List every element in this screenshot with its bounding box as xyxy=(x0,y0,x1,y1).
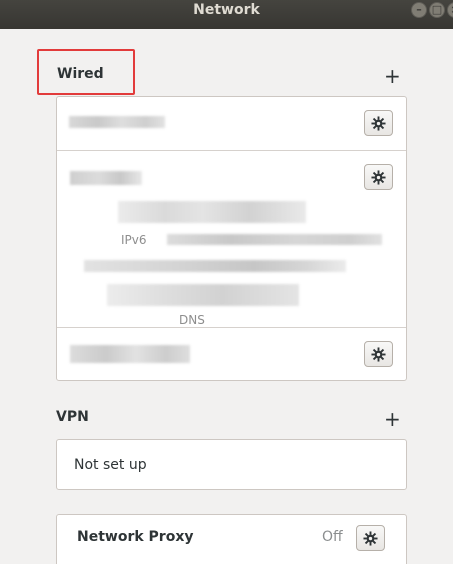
row-separator xyxy=(57,150,406,151)
ipv6-label: IPv6 xyxy=(121,233,147,247)
wired-panel: IPv6 DNS xyxy=(56,96,407,381)
network-proxy-status: Off xyxy=(322,529,343,545)
gear-icon xyxy=(371,115,386,131)
ipv6-value-redacted xyxy=(167,234,382,245)
wired-settings-button-3[interactable] xyxy=(364,341,393,367)
wired-connection-name-redacted xyxy=(69,116,165,128)
maximize-icon[interactable]: □ xyxy=(429,2,445,18)
network-proxy-label: Network Proxy xyxy=(77,529,194,545)
vpn-empty-text: Not set up xyxy=(74,457,147,473)
wired-connection-2-name-redacted xyxy=(70,171,142,185)
wired-connection-3-name-redacted xyxy=(70,345,190,363)
window-titlebar: Network – □ × xyxy=(0,0,453,29)
row-separator xyxy=(57,327,406,328)
wired-settings-button-2[interactable] xyxy=(364,164,393,190)
wired-settings-button-1[interactable] xyxy=(364,110,393,136)
window-title: Network xyxy=(193,2,260,18)
detail-value-redacted-2 xyxy=(84,260,346,272)
vpn-add-button[interactable]: + xyxy=(384,409,401,429)
close-icon[interactable]: × xyxy=(447,2,453,18)
minimize-icon[interactable]: – xyxy=(411,2,427,18)
vpn-section-title: VPN xyxy=(56,409,89,425)
dns-label: DNS xyxy=(179,313,205,327)
wired-section-title: Wired xyxy=(57,66,104,82)
detail-value-redacted xyxy=(118,201,306,223)
network-proxy-settings-button[interactable] xyxy=(356,525,385,551)
wired-add-button[interactable]: + xyxy=(384,66,401,86)
gear-icon xyxy=(371,346,386,362)
gear-icon xyxy=(363,530,378,546)
network-proxy-row[interactable]: Network Proxy Off xyxy=(56,514,407,564)
vpn-panel: Not set up xyxy=(56,439,407,490)
window-controls: – □ × xyxy=(409,2,453,20)
detail-value-redacted-3 xyxy=(107,284,299,306)
gear-icon xyxy=(371,169,386,185)
